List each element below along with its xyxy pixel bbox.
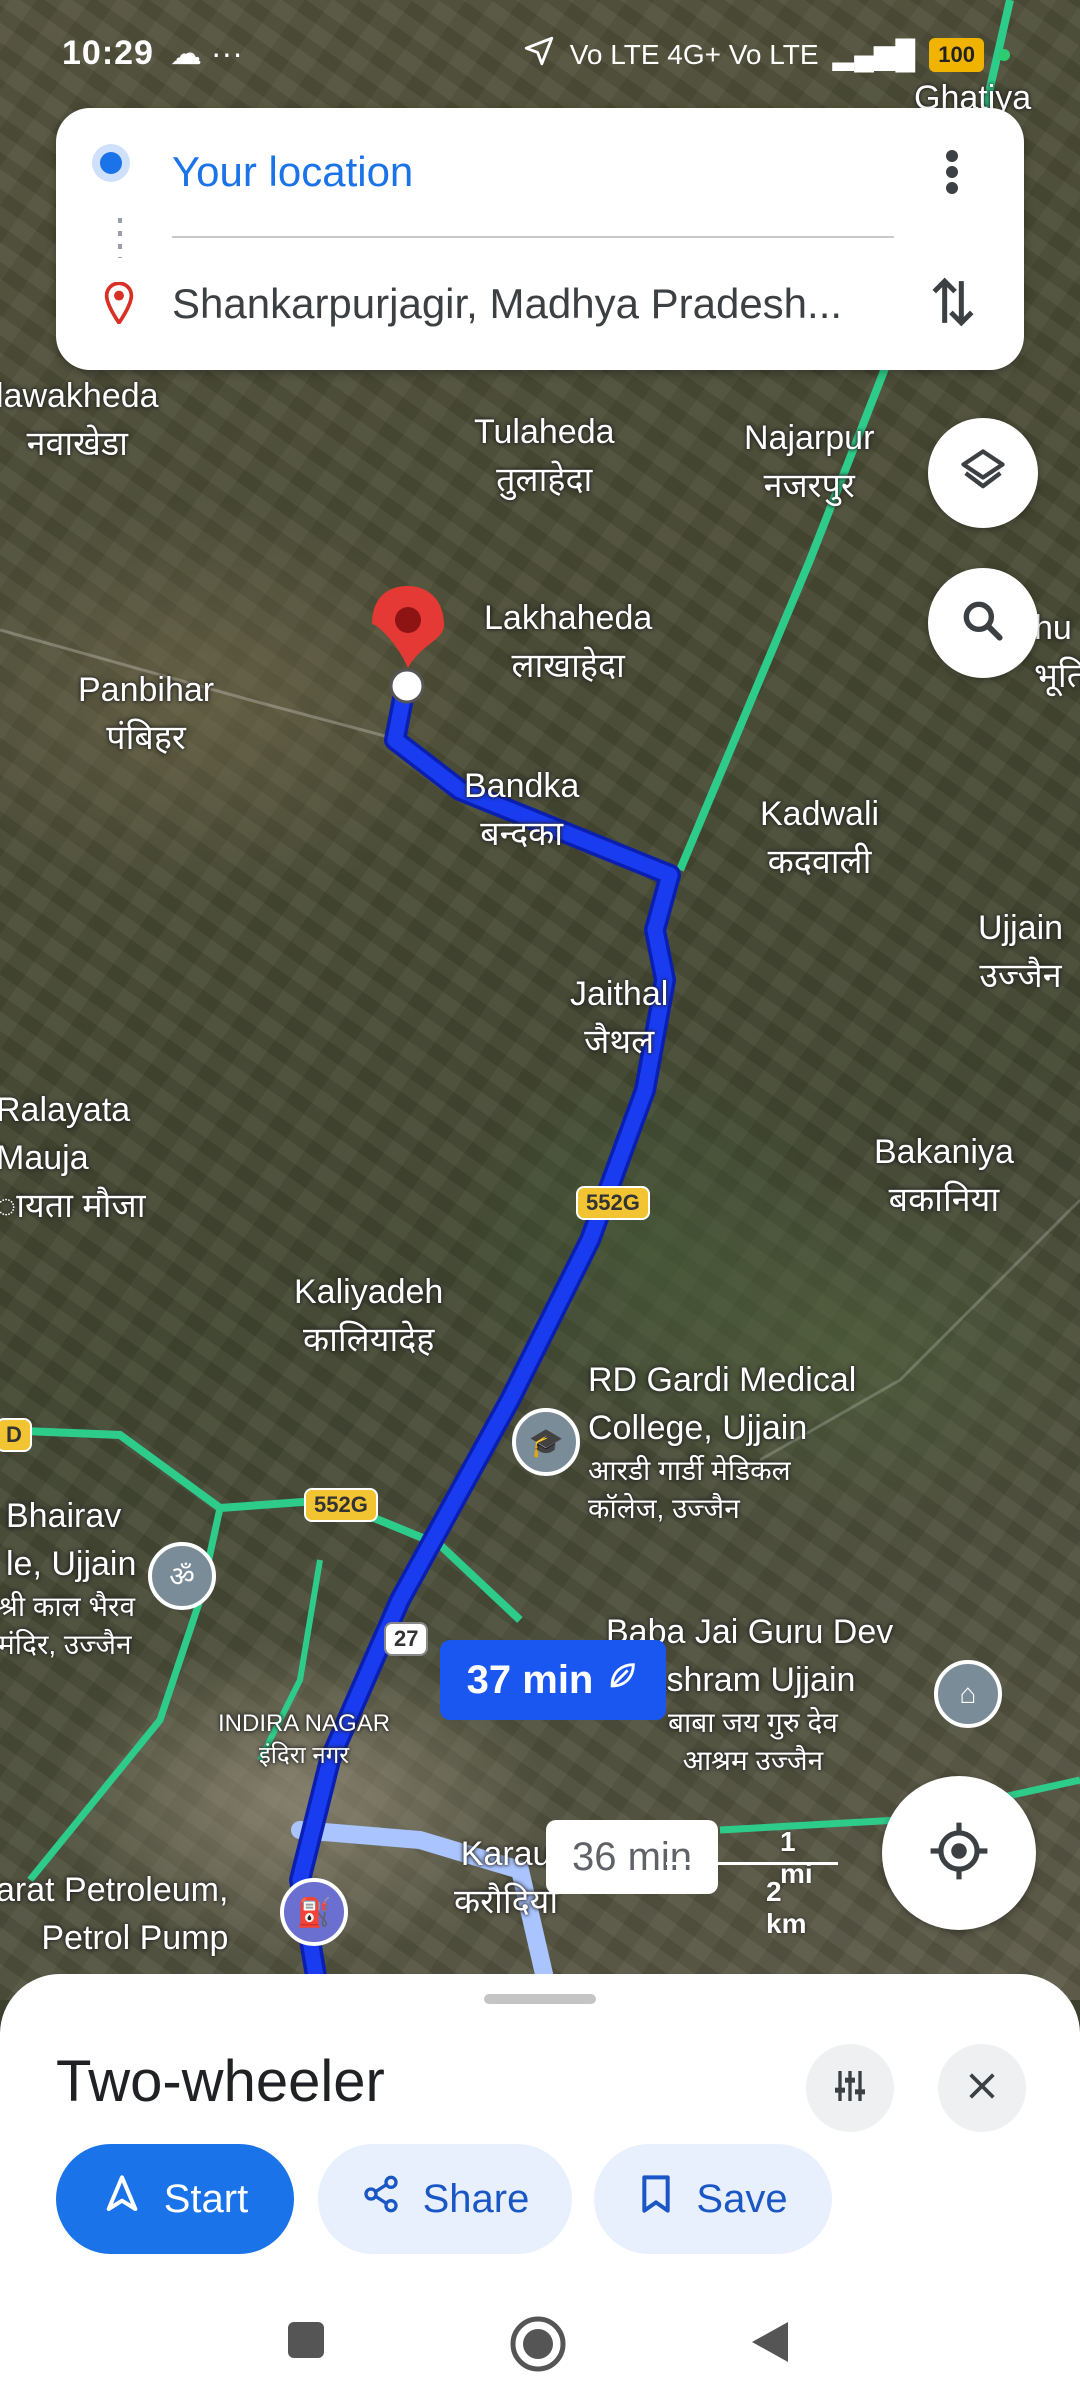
swap-directions-icon[interactable] bbox=[928, 272, 978, 337]
road-shield: 552G bbox=[304, 1488, 378, 1522]
home-icon[interactable] bbox=[508, 2314, 568, 2379]
origin-dot-icon bbox=[100, 152, 122, 174]
destination-pin-center bbox=[395, 607, 421, 633]
status-time: 10:29 bbox=[62, 34, 154, 72]
ashram-poi-icon[interactable]: ⌂ bbox=[934, 1660, 1002, 1728]
map-label: Bhairav le, Ujjain bbox=[6, 1497, 137, 1583]
map-label: बाबा जय गुरु देव आश्रम उज्जैन bbox=[668, 1707, 838, 1776]
destination-marker-icon bbox=[104, 281, 134, 329]
start-button[interactable]: Start bbox=[56, 2144, 294, 2254]
search-along-route-button[interactable] bbox=[928, 568, 1038, 678]
share-label: Share bbox=[422, 2176, 530, 2221]
leaf-icon bbox=[605, 1658, 639, 1703]
map-label: श्री काल भैरव मंदिर, उज्जैन bbox=[0, 1591, 136, 1660]
map-label: Kadwali कदवाली bbox=[760, 795, 880, 881]
field-divider bbox=[172, 236, 894, 238]
route-time-badge[interactable]: 37 min bbox=[440, 1640, 666, 1720]
active-dot-icon bbox=[998, 48, 1010, 61]
road-shield: 27 bbox=[384, 1622, 429, 1656]
search-icon bbox=[958, 596, 1008, 651]
destination-field[interactable]: Shankarpurjagir, Madhya Pradesh... bbox=[172, 280, 872, 328]
save-label: Save bbox=[696, 2176, 788, 2221]
back-icon[interactable] bbox=[748, 2318, 792, 2371]
sliders-icon bbox=[830, 2066, 870, 2111]
layers-button[interactable] bbox=[928, 418, 1038, 528]
map-label: hu भूति bbox=[1034, 609, 1080, 695]
map-label: RD Gardi Medical College, Ujjain bbox=[588, 1361, 857, 1447]
close-button[interactable] bbox=[938, 2044, 1026, 2132]
network-status: Vo LTE 4G+ Vo LTE bbox=[569, 38, 819, 70]
scale-km: 2 km bbox=[766, 1876, 807, 1939]
crosshair-icon bbox=[928, 1820, 990, 1887]
map-label: Najarpur नजरपुर bbox=[744, 419, 875, 505]
temple-poi-icon[interactable]: ॐ bbox=[148, 1542, 216, 1610]
start-label: Start bbox=[163, 2176, 249, 2221]
sheet-drag-handle[interactable] bbox=[484, 1994, 596, 2004]
fuel-poi-icon[interactable]: ⛽ bbox=[280, 1878, 348, 1946]
road-shield: 552G bbox=[576, 1186, 650, 1220]
status-extra-icons: ☁ ··· bbox=[170, 35, 243, 71]
map-label: Kaliyadeh कालियादेह bbox=[294, 1273, 444, 1359]
map-label: Bandka बन्दका bbox=[464, 767, 580, 853]
system-navigation-bar bbox=[0, 2286, 1080, 2400]
more-options-icon[interactable] bbox=[944, 148, 960, 196]
map-label: Lakhaheda लाखाहेदा bbox=[484, 599, 653, 685]
education-poi-icon[interactable]: 🎓 bbox=[512, 1408, 580, 1476]
share-icon bbox=[361, 2174, 401, 2224]
my-location-button[interactable] bbox=[882, 1776, 1036, 1930]
route-start-dot bbox=[389, 668, 425, 704]
alternate-route-time-badge[interactable]: 36 min bbox=[546, 1820, 718, 1894]
origin-field[interactable]: Your location bbox=[172, 148, 413, 196]
map-label: INDIRA NAGAR इंदिरा नगर bbox=[218, 1710, 391, 1769]
save-button[interactable]: Save bbox=[594, 2144, 832, 2254]
location-arrow-icon bbox=[522, 34, 556, 75]
status-right: Vo LTE 4G+ Vo LTE ▂▄▆█ 100 bbox=[522, 34, 1010, 75]
battery-icon: 100 bbox=[929, 37, 984, 72]
recents-icon[interactable] bbox=[286, 2320, 326, 2365]
signal-icon: ▂▄▆█ bbox=[832, 39, 916, 70]
map-label: Ralayata Mauja ायता मौजा bbox=[0, 1091, 146, 1225]
directions-card: Your location Shankarpurjagir, Madhya Pr… bbox=[56, 108, 1024, 370]
close-icon bbox=[965, 2069, 999, 2108]
travel-mode-title: Two-wheeler bbox=[56, 2049, 385, 2114]
route-time-text: 37 min bbox=[466, 1657, 594, 1702]
route-options-button[interactable] bbox=[806, 2044, 894, 2132]
scale-bar bbox=[666, 1862, 838, 1865]
navigation-arrow-icon bbox=[102, 2174, 142, 2224]
map-label: arat Petroleum, Petrol Pump bbox=[0, 1871, 229, 1957]
map-label: Bakaniya बकानिया bbox=[874, 1133, 1014, 1219]
bookmark-icon bbox=[638, 2174, 674, 2224]
map-label: lawakheda नवाखेडा bbox=[0, 377, 159, 463]
map-label: Panbihar पंबिहर bbox=[78, 671, 215, 757]
road-shield: D bbox=[0, 1418, 32, 1452]
map-label: आरडी गार्डी मेडिकल कॉलेज, उज्जैन bbox=[588, 1455, 791, 1524]
share-button[interactable]: Share bbox=[318, 2144, 572, 2254]
route-connector-dots bbox=[118, 218, 122, 258]
map-label: Jaithal जैथल bbox=[570, 975, 669, 1061]
map-label: Tulaheda तुलाहेदा bbox=[474, 413, 615, 499]
status-bar: 10:29 ☁ ··· Vo LTE 4G+ Vo LTE ▂▄▆█ 100 bbox=[0, 0, 1080, 100]
layers-icon bbox=[957, 445, 1009, 502]
map-label: Karau करौदिया bbox=[454, 1835, 559, 1921]
map-label: Ujjain उज्जैन bbox=[978, 909, 1064, 995]
